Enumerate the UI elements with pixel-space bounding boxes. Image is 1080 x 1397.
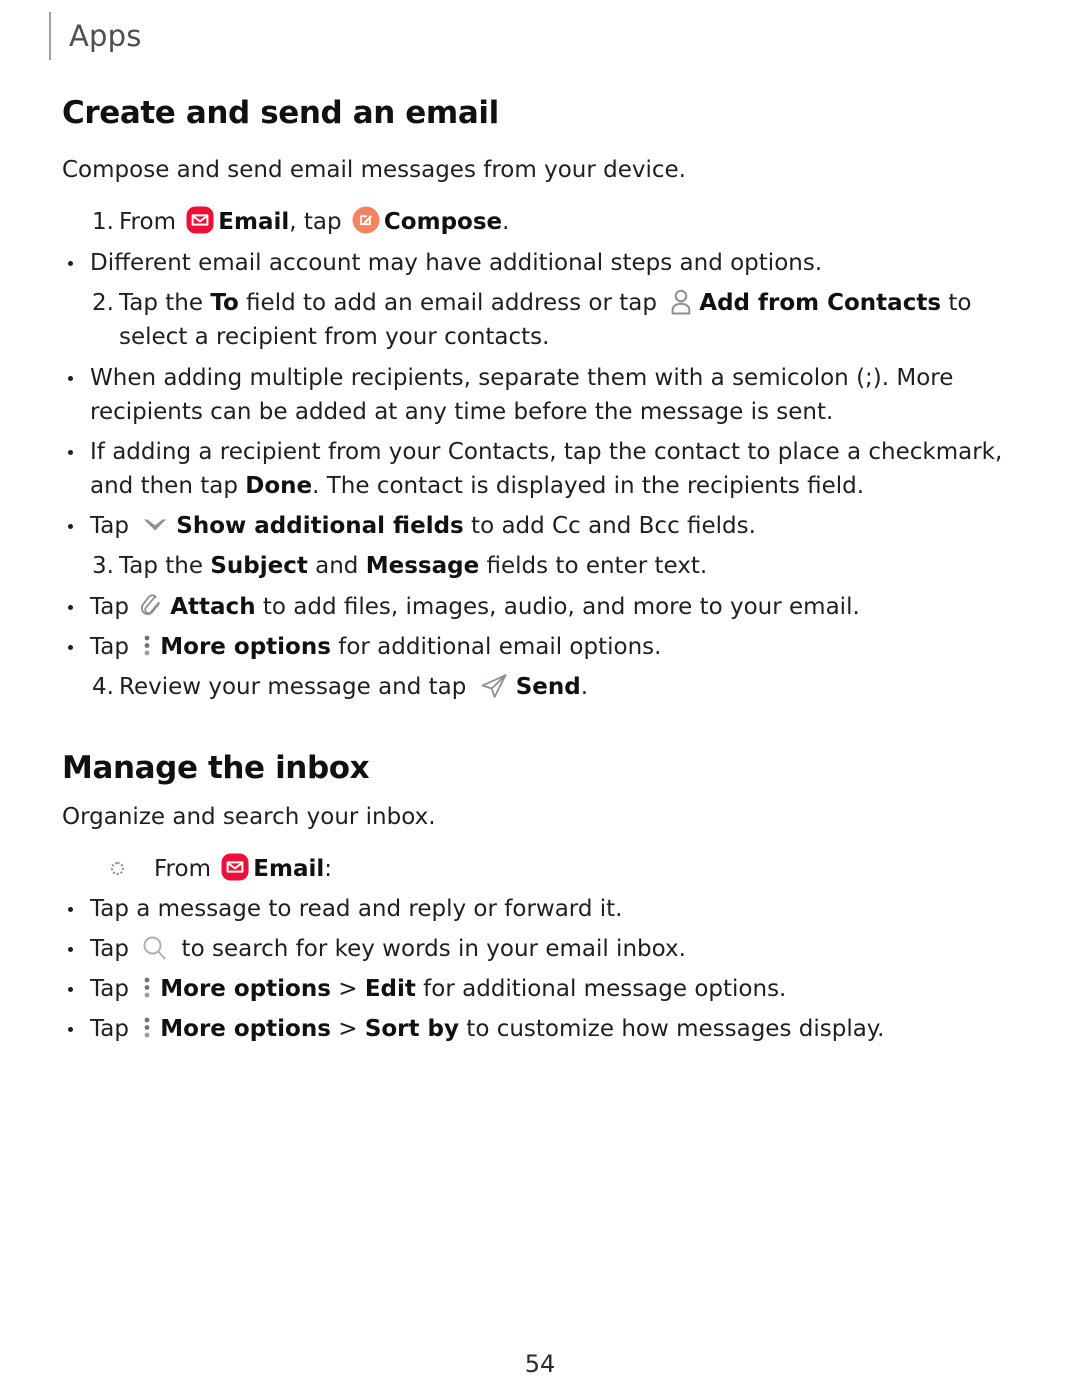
search-icon bbox=[140, 934, 168, 962]
page-number: 54 bbox=[524, 1350, 556, 1378]
body-text: From bbox=[119, 209, 184, 235]
body-text: Tap bbox=[90, 1016, 137, 1042]
page-content: Create and send an email Compose and sen… bbox=[62, 95, 1018, 1052]
chevron-down-icon bbox=[140, 510, 170, 538]
body-text: . bbox=[580, 674, 589, 700]
body-text: to add Cc and Bcc fields. bbox=[463, 513, 756, 539]
running-header: Apps bbox=[49, 12, 142, 60]
list-item: Different email account may have additio… bbox=[62, 246, 1018, 280]
section-lead-manage-inbox: Organize and search your inbox. bbox=[62, 804, 436, 830]
numbered-step: 4. Review your message and tap Send. bbox=[62, 670, 1018, 704]
sub-bullet-list: When adding multiple recipients, separat… bbox=[62, 361, 1018, 543]
section-lead: Compose and send email messages from you… bbox=[62, 157, 686, 183]
list-item: Tap to search for key words in your emai… bbox=[62, 932, 1018, 966]
body-text: and bbox=[307, 553, 366, 579]
emphasis-text: More options bbox=[160, 1016, 331, 1042]
list-item: Tap Attach to add files, images, audio, … bbox=[62, 590, 1018, 624]
body-text: for additional email options. bbox=[330, 634, 662, 660]
emphasis-text: More options bbox=[160, 634, 331, 660]
body-text: Tap bbox=[90, 936, 137, 962]
list-item: Tap More options for additional email op… bbox=[62, 630, 1018, 664]
contacts-icon bbox=[668, 288, 694, 316]
numbered-step: 1. From Email, tap Compose. bbox=[62, 205, 1018, 239]
sub-bullet-list: Tap Attach to add files, images, audio, … bbox=[62, 590, 1018, 664]
running-head-label: Apps bbox=[69, 19, 142, 53]
emphasis-text: Sort by bbox=[364, 1016, 459, 1042]
body-text: > bbox=[330, 1016, 365, 1042]
emphasis-text: Edit bbox=[364, 976, 416, 1002]
body-text: From bbox=[154, 856, 219, 882]
page-title: Create and send an email bbox=[62, 95, 499, 131]
emphasis-text: Subject bbox=[210, 553, 308, 579]
numbered-steps-list: 1. From Email, tap Compose. Different emai… bbox=[62, 205, 1018, 704]
body-text: Tap a message to read and reply or forwa… bbox=[90, 896, 623, 922]
step-text: From Email, tap Compose. bbox=[119, 206, 510, 235]
body-text: to search for key words in your email in… bbox=[174, 936, 686, 962]
step-text: Tap the To field to add an email address… bbox=[119, 288, 971, 350]
emphasis-text: Add from Contacts bbox=[699, 290, 942, 316]
body-text: fields to enter text. bbox=[479, 553, 708, 579]
body-text: Tap bbox=[90, 513, 137, 539]
header-rule bbox=[49, 12, 51, 60]
body-text: Different email account may have additio… bbox=[90, 250, 823, 276]
body-text: Review your message and tap bbox=[119, 674, 474, 700]
emphasis-text: Send bbox=[515, 674, 581, 700]
body-text: Tap bbox=[90, 976, 137, 1002]
email-icon bbox=[186, 206, 214, 234]
body-text: for additional message options. bbox=[415, 976, 787, 1002]
emphasis-text: Message bbox=[365, 553, 480, 579]
body-text: to add files, images, audio, and more to… bbox=[255, 594, 860, 620]
numbered-step: 2. Tap the To field to add an email addre… bbox=[62, 286, 1018, 354]
emphasis-text: More options bbox=[160, 976, 331, 1002]
body-text: Tap the bbox=[119, 553, 211, 579]
sub-bullet-list: Different email account may have additio… bbox=[62, 246, 1018, 280]
body-text: When adding multiple recipients, separat… bbox=[90, 365, 954, 425]
numbered-step: 3. Tap the Subject and Message fields to … bbox=[62, 549, 1018, 583]
list-item: Tap Show additional fields to add Cc and… bbox=[62, 509, 1018, 543]
body-text: Tap bbox=[90, 594, 137, 620]
body-text: . bbox=[502, 209, 510, 235]
body-text: > bbox=[330, 976, 365, 1002]
step-number: 2. bbox=[92, 290, 114, 316]
compose-icon bbox=[352, 206, 380, 234]
body-text: to customize how messages display. bbox=[458, 1016, 885, 1042]
body-text: Tap bbox=[90, 634, 137, 660]
step-number: 4. bbox=[92, 674, 114, 700]
list-item: When adding multiple recipients, separat… bbox=[62, 361, 1018, 429]
list-item: Tap More options > Sort by to customize … bbox=[62, 1012, 1018, 1046]
step-text: Tap the Subject and Message fields to en… bbox=[119, 553, 707, 579]
emphasis-text: Attach bbox=[170, 594, 256, 620]
step-text: Review your message and tap Send. bbox=[119, 674, 588, 700]
emphasis-text: Email bbox=[253, 856, 325, 882]
more-options-icon bbox=[141, 975, 153, 1001]
from-email-item: From Email: bbox=[106, 852, 1018, 886]
emphasis-text: To bbox=[210, 290, 239, 316]
send-icon bbox=[478, 672, 510, 700]
body-text: Tap the bbox=[119, 290, 211, 316]
more-options-icon bbox=[141, 633, 153, 659]
manage-inbox-bullets: Tap a message to read and reply or forwa… bbox=[62, 892, 1018, 1046]
email-icon bbox=[221, 853, 249, 881]
body-text: , tap bbox=[289, 209, 349, 235]
list-item: If adding a recipient from your Contacts… bbox=[62, 435, 1018, 503]
step-number: 1. bbox=[92, 209, 114, 235]
emphasis-text: Show additional fields bbox=[176, 513, 464, 539]
section-heading-manage-inbox: Manage the inbox bbox=[62, 750, 370, 786]
attach-icon bbox=[140, 592, 164, 620]
body-text: field to add an email address or tap bbox=[238, 290, 665, 316]
emphasis-text: Email bbox=[218, 209, 290, 235]
body-text: . The contact is displayed in the recipi… bbox=[312, 473, 865, 499]
list-item: Tap More options > Edit for additional m… bbox=[62, 972, 1018, 1006]
list-item: Tap a message to read and reply or forwa… bbox=[62, 892, 1018, 926]
manage-inbox-group: From Email: bbox=[62, 852, 1018, 886]
emphasis-text: Compose bbox=[383, 209, 503, 235]
body-text: : bbox=[324, 856, 333, 882]
emphasis-text: Done bbox=[245, 473, 313, 499]
more-options-icon bbox=[141, 1015, 153, 1041]
step-number: 3. bbox=[92, 553, 114, 579]
